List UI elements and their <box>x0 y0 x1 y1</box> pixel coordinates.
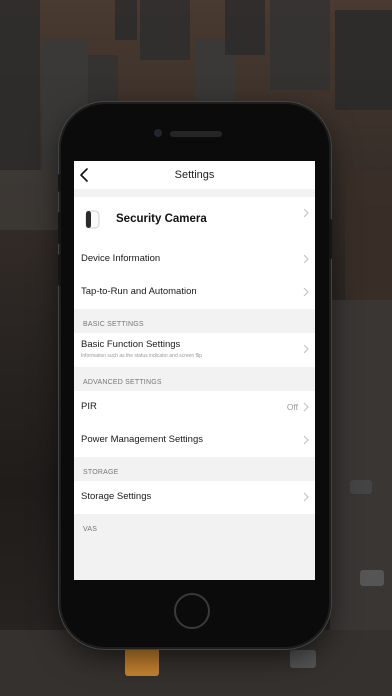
home-button[interactable] <box>174 593 210 629</box>
chevron-right-icon <box>303 492 309 502</box>
storage-settings-label: Storage Settings <box>81 491 152 502</box>
navigation-bar: Settings <box>74 161 315 189</box>
section-header-basic-label: BASIC SETTINGS <box>83 321 144 328</box>
section-header-basic: BASIC SETTINGS <box>74 309 315 333</box>
phone-frame: Settings Security Camera Device Informat… <box>58 104 332 647</box>
device-name: Security Camera <box>116 213 207 225</box>
chevron-right-icon <box>303 402 309 412</box>
chevron-right-icon <box>303 435 309 445</box>
pir-row[interactable]: PIR Off <box>74 391 315 424</box>
power-management-row[interactable]: Power Management Settings <box>74 424 315 457</box>
front-camera-icon <box>154 129 162 137</box>
basic-function-sublabel: Information such as the status indicator… <box>81 353 202 359</box>
section-header-advanced-label: ADVANCED SETTINGS <box>83 379 162 386</box>
storage-settings-row[interactable]: Storage Settings <box>74 481 315 514</box>
camera-icon <box>85 210 100 229</box>
section-header-advanced: ADVANCED SETTINGS <box>74 367 315 391</box>
tap-to-run-row[interactable]: Tap-to-Run and Automation <box>74 276 315 309</box>
section-header-vas: VAS <box>74 514 315 538</box>
chevron-right-icon <box>303 287 309 297</box>
app-screen: Settings Security Camera Device Informat… <box>74 161 315 580</box>
page-title: Settings <box>174 169 215 181</box>
chevron-right-icon <box>303 344 309 354</box>
tap-to-run-label: Tap-to-Run and Automation <box>81 286 197 297</box>
earpiece-speaker <box>170 131 222 137</box>
device-header-row[interactable]: Security Camera <box>74 197 315 243</box>
section-header-storage-label: STORAGE <box>83 469 119 476</box>
power-management-label: Power Management Settings <box>81 434 203 445</box>
device-information-label: Device Information <box>81 253 161 264</box>
chevron-right-icon <box>303 208 309 218</box>
basic-function-label: Basic Function Settings <box>81 339 181 350</box>
section-header-storage: STORAGE <box>74 457 315 481</box>
basic-function-settings-row[interactable]: Basic Function Settings Information such… <box>74 333 315 367</box>
device-information-row[interactable]: Device Information <box>74 243 315 276</box>
section-header-vas-label: VAS <box>83 526 98 533</box>
chevron-right-icon <box>303 254 309 264</box>
pir-value: Off <box>286 402 298 412</box>
pir-label: PIR <box>81 401 97 412</box>
